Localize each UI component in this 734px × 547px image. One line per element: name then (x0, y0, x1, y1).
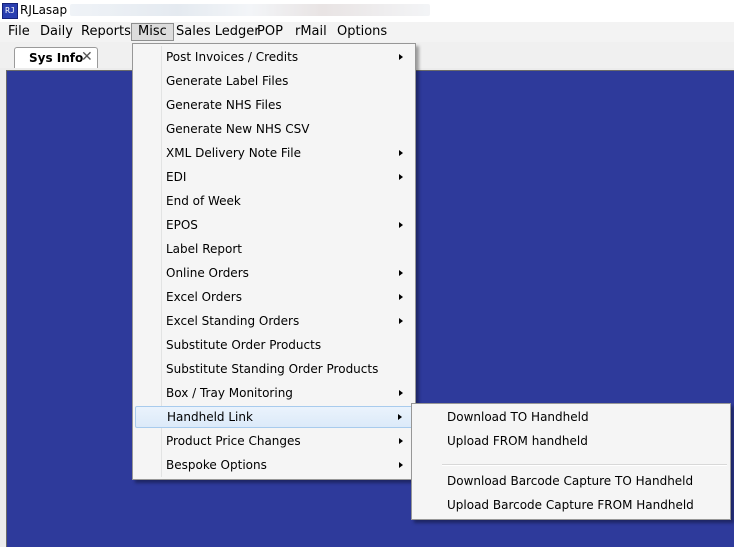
menu-item-label-report[interactable]: Label Report (135, 238, 413, 260)
handheld-link-submenu: Download TO Handheld Upload FROM handhel… (411, 403, 731, 520)
menu-item-label: Substitute Standing Order Products (166, 362, 379, 376)
menu-file[interactable]: File (2, 23, 36, 41)
menu-item-download-to-handheld[interactable]: Download TO Handheld (414, 406, 728, 428)
menu-item-excel-standing-orders[interactable]: Excel Standing Orders (135, 310, 413, 332)
menu-item-upload-from-handheld[interactable]: Upload FROM handheld (414, 430, 728, 452)
menu-item-edi[interactable]: EDI (135, 166, 413, 188)
submenu-arrow-icon (399, 318, 403, 324)
menu-item-label: Label Report (166, 242, 242, 256)
menu-daily[interactable]: Daily (34, 23, 79, 41)
tab-label: Sys Info (29, 51, 84, 65)
menu-rmail[interactable]: rMail (289, 23, 333, 41)
menu-misc[interactable]: Misc (131, 23, 174, 41)
menu-item-post-invoices[interactable]: Post Invoices / Credits (135, 46, 413, 68)
menu-item-upload-barcode-capture[interactable]: Upload Barcode Capture FROM Handheld (414, 494, 728, 516)
menu-item-label: Online Orders (166, 266, 249, 280)
menu-item-online-orders[interactable]: Online Orders (135, 262, 413, 284)
menu-item-label: EDI (166, 170, 187, 184)
menu-item-label: Post Invoices / Credits (166, 50, 299, 64)
submenu-arrow-icon (399, 150, 403, 156)
tab-sys-info[interactable]: Sys Info ✕ (14, 47, 98, 68)
menu-item-label: Download TO Handheld (447, 410, 589, 424)
menu-pop[interactable]: POP (251, 23, 289, 41)
menu-bar: File Daily Reports Misc Sales Ledger POP… (0, 22, 734, 42)
menu-item-product-price-changes[interactable]: Product Price Changes (135, 430, 413, 452)
app-icon[interactable]: RJ (2, 3, 18, 19)
menu-item-label: XML Delivery Note File (166, 146, 301, 160)
menu-item-label: Product Price Changes (166, 434, 301, 448)
menu-item-label: Upload Barcode Capture FROM Handheld (447, 498, 694, 512)
submenu-arrow-icon (399, 174, 403, 180)
submenu-arrow-icon (399, 390, 403, 396)
menu-item-handheld-link[interactable]: Handheld Link (135, 406, 413, 428)
submenu-arrow-icon (399, 462, 403, 468)
submenu-arrow-icon (399, 438, 403, 444)
menu-item-label: End of Week (166, 194, 241, 208)
menu-item-label: Bespoke Options (166, 458, 267, 472)
menu-item-substitute-standing-order-products[interactable]: Substitute Standing Order Products (135, 358, 413, 380)
misc-dropdown-menu: Post Invoices / Credits Generate Label F… (132, 43, 416, 480)
submenu-arrow-icon (398, 414, 402, 420)
menu-item-label: Substitute Order Products (166, 338, 322, 352)
blurred-title-details (70, 4, 430, 16)
menu-item-label: Generate Label Files (166, 74, 289, 88)
title-bar: RJ RJLasap (0, 0, 734, 23)
menu-item-label: Handheld Link (167, 410, 253, 424)
menu-separator (442, 464, 727, 466)
menu-item-label: Upload FROM handheld (447, 434, 588, 448)
submenu-arrow-icon (399, 270, 403, 276)
menu-item-label: Excel Orders (166, 290, 242, 304)
menu-item-substitute-order-products[interactable]: Substitute Order Products (135, 334, 413, 356)
menu-item-box-tray-monitoring[interactable]: Box / Tray Monitoring (135, 382, 413, 404)
submenu-arrow-icon (399, 294, 403, 300)
menu-item-label: Generate New NHS CSV (166, 122, 310, 136)
menu-item-generate-new-nhs-csv[interactable]: Generate New NHS CSV (135, 118, 413, 140)
menu-item-bespoke-options[interactable]: Bespoke Options (135, 454, 413, 476)
menu-item-label: Excel Standing Orders (166, 314, 300, 328)
menu-item-label: Generate NHS Files (166, 98, 282, 112)
menu-item-label: Box / Tray Monitoring (166, 386, 293, 400)
menu-item-download-barcode-capture[interactable]: Download Barcode Capture TO Handheld (414, 470, 728, 492)
close-icon[interactable]: ✕ (81, 49, 93, 65)
menu-item-excel-orders[interactable]: Excel Orders (135, 286, 413, 308)
menu-item-end-of-week[interactable]: End of Week (135, 190, 413, 212)
submenu-arrow-icon (399, 54, 403, 60)
submenu-arrow-icon (399, 222, 403, 228)
menu-options[interactable]: Options (331, 23, 393, 41)
menu-item-generate-nhs-files[interactable]: Generate NHS Files (135, 94, 413, 116)
menu-item-xml-delivery-note[interactable]: XML Delivery Note File (135, 142, 413, 164)
window-title: RJLasap (20, 3, 68, 17)
menu-reports[interactable]: Reports (75, 23, 137, 41)
menu-item-generate-label-files[interactable]: Generate Label Files (135, 70, 413, 92)
menu-item-label: EPOS (166, 218, 198, 232)
menu-item-epos[interactable]: EPOS (135, 214, 413, 236)
menu-item-label: Download Barcode Capture TO Handheld (447, 474, 694, 488)
